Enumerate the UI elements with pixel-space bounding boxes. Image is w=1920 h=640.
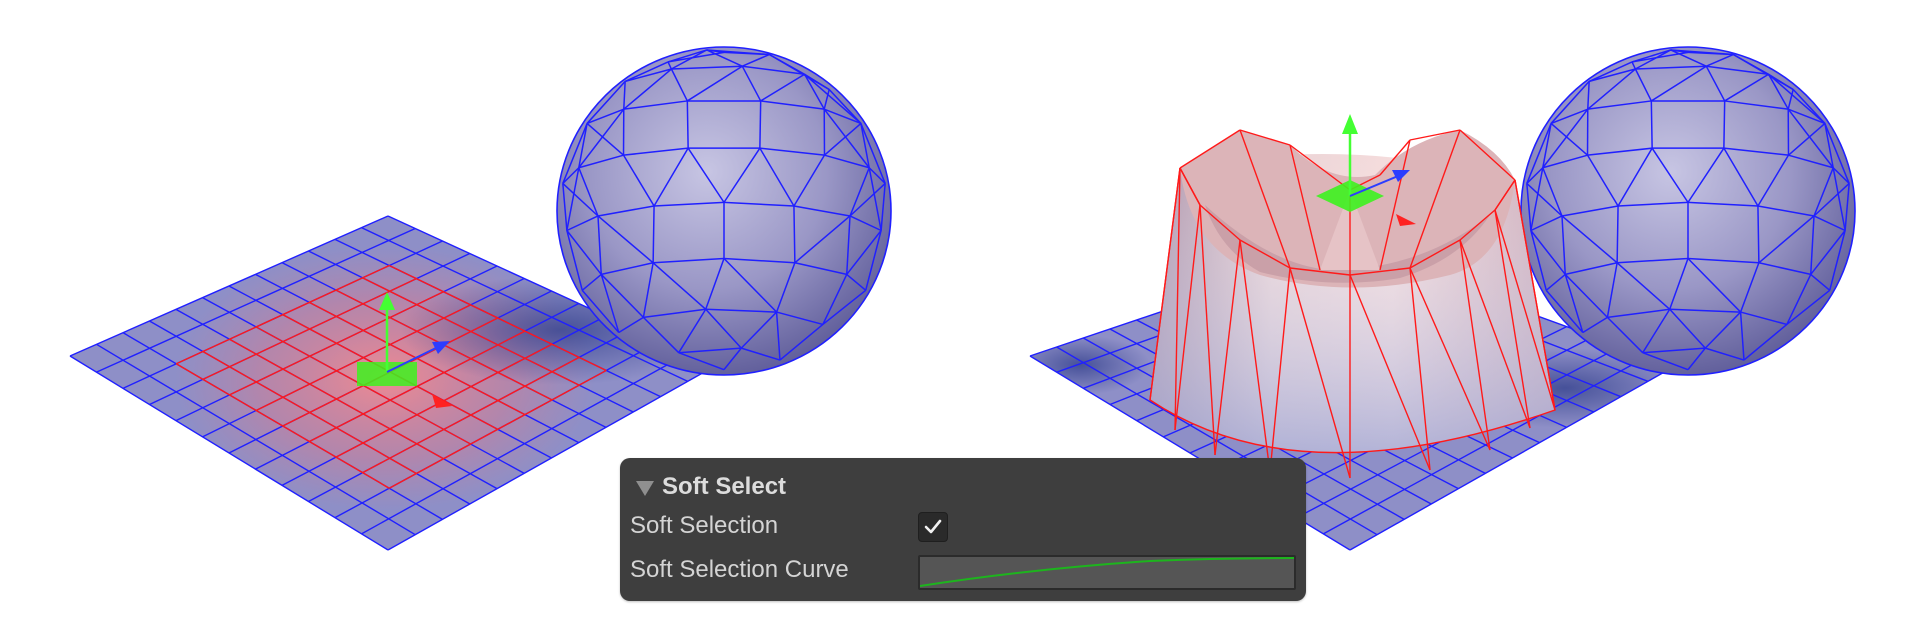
soft-selection-checkbox[interactable] [918,512,948,542]
panel-header[interactable]: Soft Select [636,470,786,504]
curve-preview [919,557,1295,587]
mesh-edge [1757,205,1760,263]
mesh-edge [652,205,655,263]
left-sphere-mesh[interactable] [556,46,892,376]
soft-selection-curve-field[interactable] [918,555,1296,590]
mesh-edge [793,205,796,263]
mesh-edge [759,100,762,149]
right-sphere-mesh[interactable] [1520,46,1856,376]
triangle-down-icon[interactable] [636,480,654,496]
soft-selection-label: Soft Selection [630,512,779,539]
mesh-edge [1650,100,1653,149]
mesh-edge [1723,100,1726,149]
mesh-edge [1616,205,1619,263]
mesh-edge [686,100,689,149]
soft-selection-curve-row: Soft Selection Curve [630,551,920,589]
soft-selection-row: Soft Selection [630,507,920,545]
checkmark-icon [924,519,942,534]
soft-selection-curve-label: Soft Selection Curve [630,556,849,583]
panel-title: Soft Select [662,473,787,500]
scene-stage: Soft Select Soft Selection Soft Selectio… [0,0,1920,640]
gizmo-y-arrow-icon[interactable] [1342,114,1358,134]
